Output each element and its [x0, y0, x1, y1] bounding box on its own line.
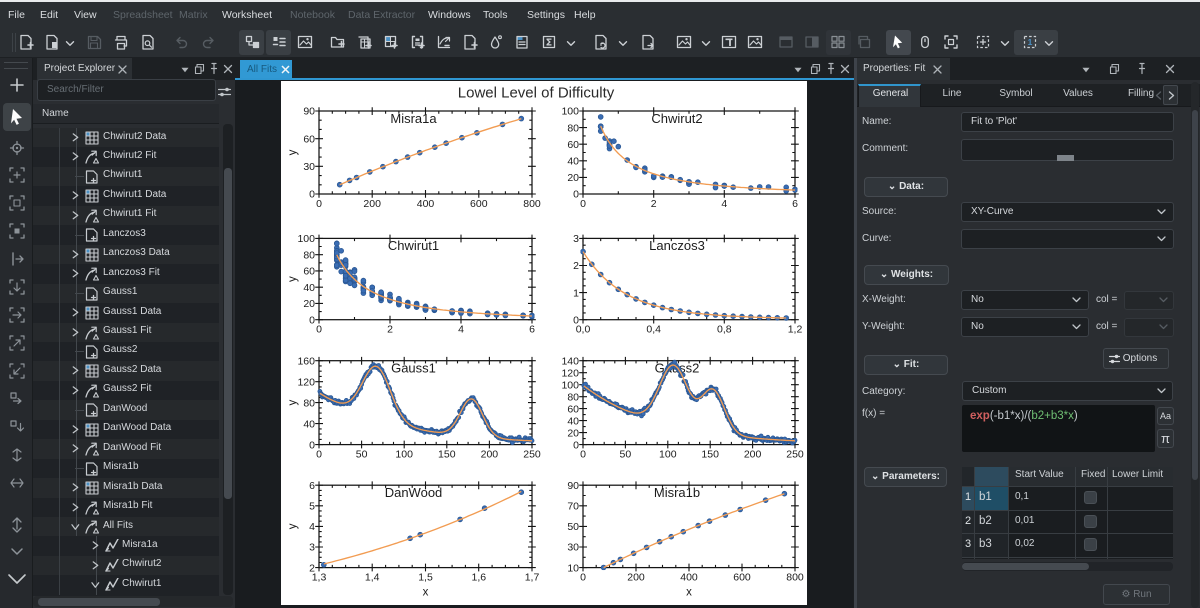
- svg-text:90: 90: [567, 480, 579, 492]
- svg-text:200: 200: [744, 449, 762, 461]
- svg-text:1,2: 1,2: [788, 324, 803, 336]
- svg-text:100: 100: [395, 449, 413, 461]
- svg-text:250: 250: [523, 449, 541, 461]
- svg-text:600: 600: [733, 572, 751, 584]
- svg-text:40: 40: [303, 282, 315, 294]
- svg-text:60: 60: [567, 403, 579, 415]
- svg-text:5: 5: [309, 501, 315, 513]
- svg-text:0,4: 0,4: [646, 324, 661, 336]
- svg-text:400: 400: [417, 198, 435, 210]
- svg-text:200: 200: [481, 449, 499, 461]
- svg-text:0: 0: [573, 189, 579, 201]
- svg-text:2: 2: [387, 324, 393, 336]
- svg-text:0: 0: [309, 439, 315, 451]
- svg-text:1,5: 1,5: [418, 572, 433, 584]
- svg-text:200: 200: [627, 572, 645, 584]
- svg-text:10: 10: [567, 562, 579, 574]
- svg-text:1: 1: [573, 287, 579, 299]
- svg-text:40: 40: [567, 156, 579, 168]
- svg-text:20: 20: [567, 427, 579, 439]
- svg-text:80: 80: [567, 391, 579, 403]
- svg-text:140: 140: [561, 355, 579, 367]
- svg-text:y: y: [287, 149, 299, 155]
- svg-text:200: 200: [363, 198, 381, 210]
- svg-text:600: 600: [470, 198, 488, 210]
- svg-text:50: 50: [620, 449, 632, 461]
- svg-text:4: 4: [721, 198, 727, 210]
- svg-text:0: 0: [309, 189, 315, 201]
- svg-text:1,4: 1,4: [365, 572, 380, 584]
- svg-text:3: 3: [309, 542, 315, 554]
- svg-text:y: y: [287, 399, 299, 405]
- svg-text:100: 100: [561, 106, 579, 118]
- svg-text:Chwirut1: Chwirut1: [388, 238, 439, 253]
- svg-text:50: 50: [567, 521, 579, 533]
- svg-text:60: 60: [303, 266, 315, 278]
- svg-text:400: 400: [680, 572, 698, 584]
- svg-text:30: 30: [303, 161, 315, 173]
- svg-text:y: y: [287, 523, 299, 529]
- svg-text:40: 40: [303, 418, 315, 430]
- svg-text:20: 20: [303, 298, 315, 310]
- svg-text:100: 100: [659, 449, 677, 461]
- svg-text:Lanczos3: Lanczos3: [649, 238, 705, 253]
- svg-text:80: 80: [567, 122, 579, 134]
- svg-text:3: 3: [573, 233, 579, 245]
- svg-text:120: 120: [297, 376, 315, 388]
- svg-text:6: 6: [309, 480, 315, 492]
- svg-text:4: 4: [309, 521, 315, 533]
- svg-text:800: 800: [786, 572, 804, 584]
- svg-text:2: 2: [651, 198, 657, 210]
- svg-text:6: 6: [529, 324, 535, 336]
- svg-text:Misra1a: Misra1a: [390, 111, 437, 126]
- svg-text:1,6: 1,6: [471, 572, 486, 584]
- svg-text:1: 1: [1028, 37, 1033, 47]
- svg-text:20: 20: [567, 172, 579, 184]
- svg-text:x: x: [686, 587, 692, 599]
- svg-text:0: 0: [309, 314, 315, 326]
- svg-text:150: 150: [438, 449, 456, 461]
- svg-text:Gauss1: Gauss1: [391, 361, 436, 376]
- svg-text:800: 800: [523, 198, 541, 210]
- svg-text:x: x: [423, 587, 429, 599]
- svg-text:70: 70: [567, 501, 579, 513]
- svg-text:80: 80: [303, 249, 315, 261]
- svg-text:100: 100: [561, 379, 579, 391]
- svg-text:100: 100: [297, 233, 315, 245]
- svg-text:0: 0: [316, 324, 322, 336]
- svg-text:y: y: [287, 276, 299, 282]
- svg-text:80: 80: [303, 397, 315, 409]
- svg-text:30: 30: [567, 542, 579, 554]
- svg-text:0: 0: [580, 572, 586, 584]
- svg-text:0: 0: [316, 449, 322, 461]
- svg-text:40: 40: [567, 415, 579, 427]
- svg-text:0: 0: [316, 198, 322, 210]
- svg-text:150: 150: [701, 449, 719, 461]
- svg-text:60: 60: [303, 133, 315, 145]
- svg-text:4: 4: [458, 324, 464, 336]
- svg-text:Misra1b: Misra1b: [654, 485, 700, 500]
- svg-text:6: 6: [792, 198, 798, 210]
- svg-text:0: 0: [573, 314, 579, 326]
- svg-text:1,7: 1,7: [525, 572, 540, 584]
- svg-text:0,8: 0,8: [717, 324, 732, 336]
- svg-text:Lowel Level of Difficulty: Lowel Level of Difficulty: [458, 85, 615, 102]
- svg-text:60: 60: [567, 139, 579, 151]
- svg-text:120: 120: [561, 367, 579, 379]
- svg-text:0: 0: [573, 439, 579, 451]
- svg-text:0: 0: [580, 198, 586, 210]
- svg-text:Chwirut2: Chwirut2: [651, 111, 702, 126]
- svg-text:0: 0: [580, 449, 586, 461]
- svg-text:2: 2: [309, 562, 315, 574]
- svg-text:90: 90: [303, 106, 315, 118]
- svg-text:2: 2: [573, 260, 579, 272]
- svg-text:250: 250: [786, 449, 804, 461]
- svg-text:160: 160: [297, 355, 315, 367]
- svg-text:DanWood: DanWood: [385, 485, 443, 500]
- svg-text:50: 50: [356, 449, 368, 461]
